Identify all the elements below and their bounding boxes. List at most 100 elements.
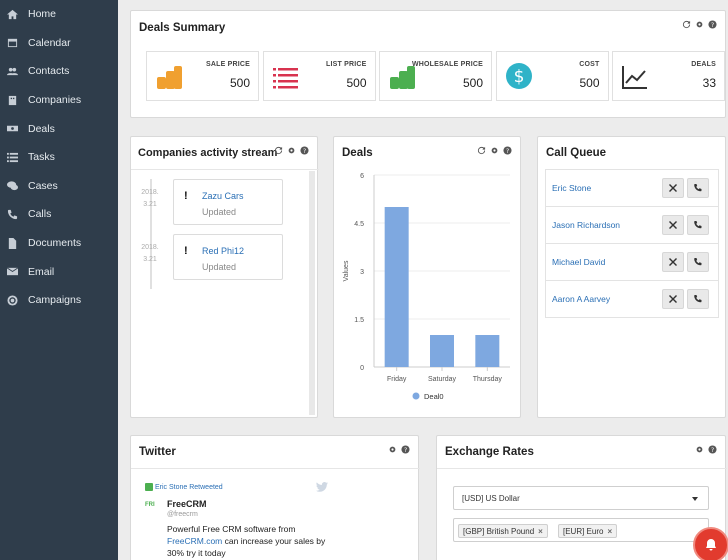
y-tick-label: 3 [360,269,364,276]
sidebar-item-label: Calls [28,208,52,221]
kpi-card-sale-price: SALE PRICE 500 [146,51,259,101]
sidebar-item-label: Campaigns [28,294,82,307]
tweet-author[interactable]: FreeCRM [167,499,207,509]
activity-date: 2018. 3.21 [137,242,163,266]
tweet-text-pre: Powerful Free CRM software from [167,524,296,534]
list-icon [6,151,18,163]
avatar[interactable]: FRI [145,502,165,516]
tweet-link[interactable]: FreeCRM.com [167,536,222,546]
bar[interactable] [430,335,454,367]
activity-stream-title: Companies activity stream [138,147,278,159]
help-icon[interactable]: ? [708,445,717,454]
y-tick-label: 6 [360,173,364,180]
gear-icon[interactable] [695,445,704,454]
sidebar-item-label: Documents [28,237,82,250]
scrollbar[interactable] [309,171,315,415]
help-icon[interactable]: ? [300,146,309,155]
activity-date-line: 3.21 [143,201,157,208]
twitter-bird-icon [316,482,328,492]
sidebar-item-label: Companies [28,94,82,107]
twitter-panel: Twitter ? Eric Stone Retweeted FRI FreeC… [130,435,420,560]
x-tick-label: Saturday [428,376,457,383]
bar[interactable] [475,335,500,367]
help-icon[interactable]: ? [401,445,410,454]
bar[interactable] [384,207,409,367]
x-tick-label: Thursday [473,376,503,383]
sidebar-item-documents[interactable]: Documents [0,229,118,258]
activity-item: ! Red Phi12 Updated [173,234,283,280]
y-tick-label: 0 [360,365,364,372]
y-axis-label: Values [343,260,350,281]
sidebar-item-home[interactable]: Home [0,0,118,29]
svg-text:?: ? [404,447,407,454]
kpi-label: DEALS [691,61,716,68]
sidebar-item-calls[interactable]: Calls [0,200,118,229]
target-currencies-select[interactable]: [GBP] British Pound × [EUR] Euro × [453,518,709,542]
kpi-value: 500 [462,76,483,90]
activity-company-link[interactable]: Red Phi12 [202,246,244,256]
exchange-rates-title: Exchange Rates [445,446,534,458]
chevron-down-icon [692,497,698,501]
remove-tag-icon[interactable]: × [538,527,543,536]
currency-tag-label: [EUR] Euro [563,526,604,536]
phone-icon [6,208,18,220]
svg-text:?: ? [303,148,306,155]
sidebar-item-cases[interactable]: Cases [0,172,118,201]
exchange-rates-panel: Exchange Rates ? [USD] US Dollar [GBP] B… [436,435,727,560]
document-icon [6,237,18,249]
sidebar-item-deals[interactable]: Deals [0,114,118,143]
call-queue-list [545,169,719,318]
retweet-label[interactable]: Eric Stone Retweeted [155,484,223,491]
deals-bar-chart: 0 1.5 3 4.5 6 Values Friday Saturday Thursday Dea… [343,173,510,401]
tweet-text: Powerful Free CRM software from FreeCRM.… [167,523,327,559]
kpi-label: WHOLESALE PRICE [411,61,483,68]
help-icon[interactable]: ? [503,146,512,155]
refresh-icon[interactable] [477,146,486,155]
help-icon[interactable]: ? [708,20,717,29]
gear-icon[interactable] [490,146,499,155]
base-currency-value: [USD] US Dollar [462,494,520,503]
sidebar-item-campaigns[interactable]: Campaigns [0,286,118,315]
legend-label[interactable]: Deal0 [424,392,444,401]
sidebar-item-label: Cases [28,179,58,192]
refresh-icon[interactable] [682,20,691,29]
sidebar-item-tasks[interactable]: Tasks [0,143,118,172]
kpi-label: LIST PRICE [325,61,367,68]
y-tick-label: 1.5 [354,317,364,324]
activity-stream-panel: Companies activity stream ? 2018. 3.21! Za… [130,136,319,418]
tweet-handle: @freecrm [167,511,198,518]
kpi-label: COST [579,61,600,68]
y-tick-label: 4.5 [354,221,364,228]
svg-text:$: $ [513,67,524,87]
currency-tag-label: [GBP] British Pound [463,526,535,536]
gear-icon[interactable] [695,20,704,29]
retweet-icon [145,483,153,491]
activity-company-link[interactable]: Zazu Cars [202,191,244,201]
remove-tag-icon[interactable]: × [607,527,612,536]
envelope-icon [6,266,18,278]
x-tick-label: Friday [387,376,407,383]
sidebar-item-contacts[interactable]: Contacts [0,57,118,86]
activity-status: Updated [202,207,237,217]
refresh-icon[interactable] [274,146,283,155]
sidebar-item-calendar[interactable]: Calendar [0,29,118,58]
panel-tools: ? [682,20,717,29]
gear-icon[interactable] [388,445,397,454]
contacts-icon [6,65,18,77]
activity-item: ! Zazu Cars Updated [173,179,283,225]
notification-bell-button[interactable] [693,527,728,560]
currency-tag[interactable]: [GBP] British Pound × [458,524,548,538]
base-currency-select[interactable]: [USD] US Dollar [453,486,709,510]
sidebar-item-label: Tasks [28,151,55,164]
sidebar-item-email[interactable]: Email [0,257,118,286]
kpi-value: 500 [579,76,600,90]
sidebar-item-label: Deals [28,122,55,135]
svg-text:?: ? [711,447,714,454]
svg-text:?: ? [506,148,509,155]
activity-status: Updated [202,262,237,272]
sidebar-item-companies[interactable]: Companies [0,86,118,115]
building-icon [6,94,18,106]
kpi-card-wholesale-price: WHOLESALE PRICE 500 [379,51,492,101]
currency-tag[interactable]: [EUR] Euro × [558,524,618,538]
gear-icon[interactable] [287,146,296,155]
